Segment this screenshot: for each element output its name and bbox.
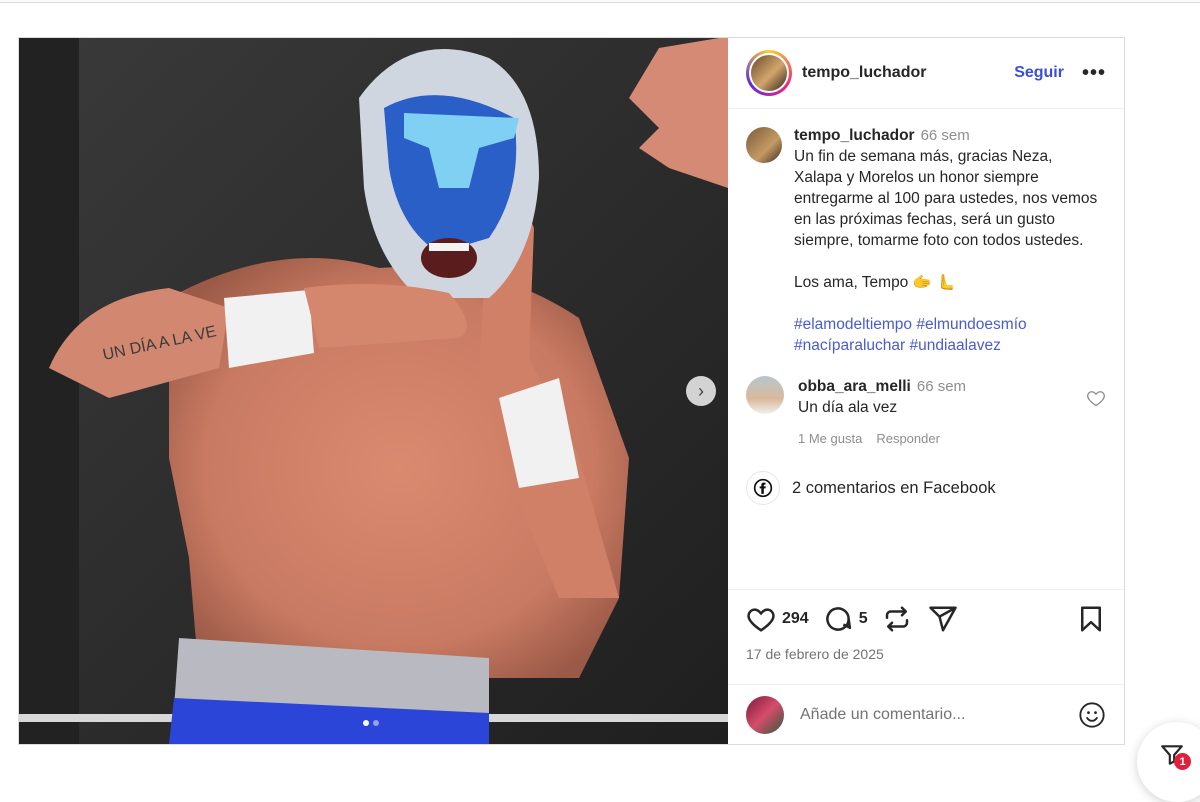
browser-top-border: [0, 0, 1200, 3]
post-media[interactable]: UN DÍA A LA VE ›: [19, 38, 728, 744]
comment-text: Un día ala vez: [798, 399, 898, 416]
facebook-comments-label[interactable]: 2 comentarios en Facebook: [792, 479, 996, 498]
likes-count[interactable]: 294: [782, 610, 809, 628]
bookmark-icon[interactable]: [1076, 604, 1106, 634]
post-sidebar: tempo_luchador Seguir ••• tempo_luchador…: [728, 38, 1124, 744]
comments-area: tempo_luchador 66 sem Un fin de semana má…: [728, 109, 1124, 589]
caption-hashtags[interactable]: #elamodeltiempo #elmundoesmío #nacíparal…: [794, 316, 1027, 354]
comment-like-heart-icon[interactable]: [1086, 388, 1106, 408]
comments-count[interactable]: 5: [859, 610, 868, 628]
share-icon[interactable]: [928, 604, 958, 634]
add-comment-input[interactable]: [800, 705, 1060, 724]
comment-time: 66 sem: [916, 378, 967, 395]
current-user-avatar: [746, 695, 784, 734]
carousel-next-button[interactable]: ›: [686, 376, 716, 406]
repost-icon[interactable]: [882, 604, 912, 634]
carousel-dot: [363, 720, 369, 726]
post-header: tempo_luchador Seguir •••: [728, 38, 1124, 109]
instagram-post: UN DÍA A LA VE › tempo_luchador Seguir •…: [18, 37, 1125, 745]
facebook-icon: [746, 471, 780, 505]
caption-username[interactable]: tempo_luchador: [794, 127, 915, 144]
caption-signoff: Los ama, Tempo 🫱 🫷: [794, 274, 956, 291]
caption: tempo_luchador 66 sem Un fin de semana má…: [746, 125, 1106, 356]
author-username[interactable]: tempo_luchador: [802, 64, 926, 82]
notification-badge: 1: [1174, 753, 1191, 770]
filter-fab-button[interactable]: 1: [1137, 722, 1200, 802]
commenter-avatar[interactable]: [746, 376, 784, 414]
follow-button[interactable]: Seguir: [1014, 64, 1064, 82]
comment-item: obba_ara_melli 66 sem Un día ala vez 1 Me…: [746, 376, 1106, 449]
chevron-right-icon: ›: [698, 380, 704, 401]
author-avatar[interactable]: [746, 50, 792, 96]
add-comment-bar: [728, 684, 1124, 744]
caption-time: 66 sem: [920, 127, 970, 144]
caption-avatar[interactable]: [746, 127, 782, 163]
reply-button[interactable]: Responder: [876, 428, 940, 449]
carousel-dot: [373, 720, 379, 726]
ellipsis-icon[interactable]: •••: [1082, 62, 1106, 85]
post-date: 17 de febrero de 2025: [746, 646, 884, 662]
carousel-indicator: [363, 720, 379, 726]
comment-icon[interactable]: [823, 604, 853, 634]
commenter-username[interactable]: obba_ara_melli: [798, 378, 911, 395]
comment-likes[interactable]: 1 Me gusta: [798, 428, 862, 449]
emoji-icon[interactable]: [1078, 701, 1106, 729]
caption-text: Un fin de semana más, gracias Neza, Xala…: [794, 148, 1098, 249]
facebook-comments[interactable]: 2 comentarios en Facebook: [746, 471, 1106, 505]
action-bar: 294 5 17 de febrero de 2025: [728, 589, 1124, 684]
heart-icon[interactable]: [746, 604, 776, 634]
wrestler-photo: UN DÍA A LA VE: [19, 38, 728, 744]
